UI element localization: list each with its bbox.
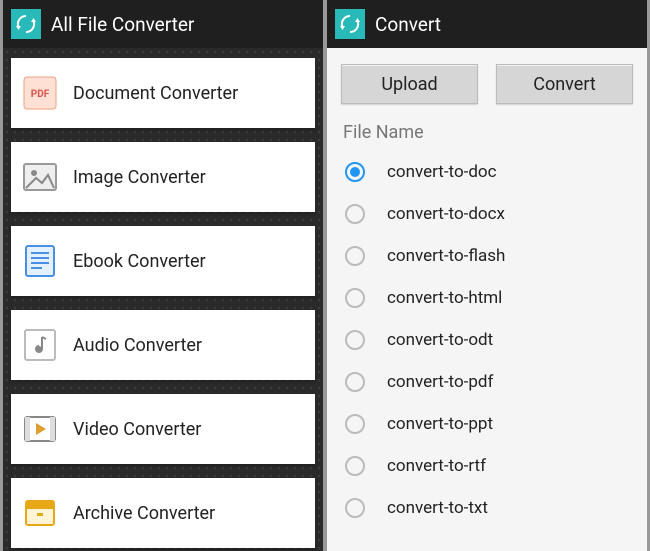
format-label: convert-to-docx: [387, 204, 505, 224]
section-label: File Name: [327, 114, 647, 151]
image-icon: [21, 158, 59, 196]
screen-convert: Convert Upload Convert File Name convert…: [327, 0, 647, 551]
format-radio-list: convert-to-doc convert-to-docx convert-t…: [327, 151, 647, 529]
format-option[interactable]: convert-to-ppt: [335, 403, 639, 445]
format-label: convert-to-txt: [387, 498, 488, 518]
radio-icon: [345, 288, 365, 308]
upload-button[interactable]: Upload: [341, 64, 478, 104]
radio-icon: [345, 372, 365, 392]
category-item-audio[interactable]: Audio Converter: [11, 310, 315, 380]
format-option[interactable]: convert-to-rtf: [335, 445, 639, 487]
category-label: Ebook Converter: [73, 251, 206, 272]
format-option[interactable]: convert-to-doc: [335, 151, 639, 193]
category-label: Document Converter: [73, 83, 238, 104]
archive-icon: [21, 494, 59, 532]
format-option[interactable]: convert-to-odt: [335, 319, 639, 361]
format-option[interactable]: convert-to-html: [335, 277, 639, 319]
category-list: PDF Document Converter Image Converter: [3, 48, 323, 548]
format-label: convert-to-ppt: [387, 414, 493, 434]
app-icon: [335, 9, 365, 39]
header-title: Convert: [375, 13, 441, 36]
format-label: convert-to-pdf: [387, 372, 493, 392]
audio-icon: [21, 326, 59, 364]
convert-button-label: Convert: [533, 74, 596, 95]
radio-icon: [345, 498, 365, 518]
format-label: convert-to-doc: [387, 162, 497, 182]
format-option[interactable]: convert-to-flash: [335, 235, 639, 277]
app-icon: [11, 9, 41, 39]
category-item-video[interactable]: Video Converter: [11, 394, 315, 464]
convert-button[interactable]: Convert: [496, 64, 633, 104]
radio-icon: [345, 456, 365, 476]
category-item-archive[interactable]: Archive Converter: [11, 478, 315, 548]
header-title: All File Converter: [51, 13, 194, 36]
radio-icon: [345, 414, 365, 434]
format-label: convert-to-flash: [387, 246, 505, 266]
ebook-icon: [21, 242, 59, 280]
category-item-ebook[interactable]: Ebook Converter: [11, 226, 315, 296]
svg-text:PDF: PDF: [31, 89, 50, 100]
radio-icon: [345, 330, 365, 350]
category-label: Image Converter: [73, 167, 206, 188]
radio-icon: [345, 246, 365, 266]
format-option[interactable]: convert-to-txt: [335, 487, 639, 529]
format-label: convert-to-rtf: [387, 456, 486, 476]
format-option[interactable]: convert-to-docx: [335, 193, 639, 235]
button-row: Upload Convert: [327, 48, 647, 114]
radio-icon: [345, 162, 365, 182]
header-bar: All File Converter: [3, 0, 323, 48]
header-bar: Convert: [327, 0, 647, 48]
screen-all-file-converter: All File Converter PDF Document Converte…: [3, 0, 323, 551]
radio-icon: [345, 204, 365, 224]
category-item-image[interactable]: Image Converter: [11, 142, 315, 212]
pdf-icon: PDF: [21, 74, 59, 112]
upload-button-label: Upload: [381, 74, 437, 95]
category-label: Video Converter: [73, 419, 201, 440]
category-label: Audio Converter: [73, 335, 202, 356]
format-label: convert-to-html: [387, 288, 502, 308]
category-item-document[interactable]: PDF Document Converter: [11, 58, 315, 128]
format-option[interactable]: convert-to-pdf: [335, 361, 639, 403]
category-label: Archive Converter: [73, 503, 215, 524]
format-label: convert-to-odt: [387, 330, 493, 350]
video-icon: [21, 410, 59, 448]
